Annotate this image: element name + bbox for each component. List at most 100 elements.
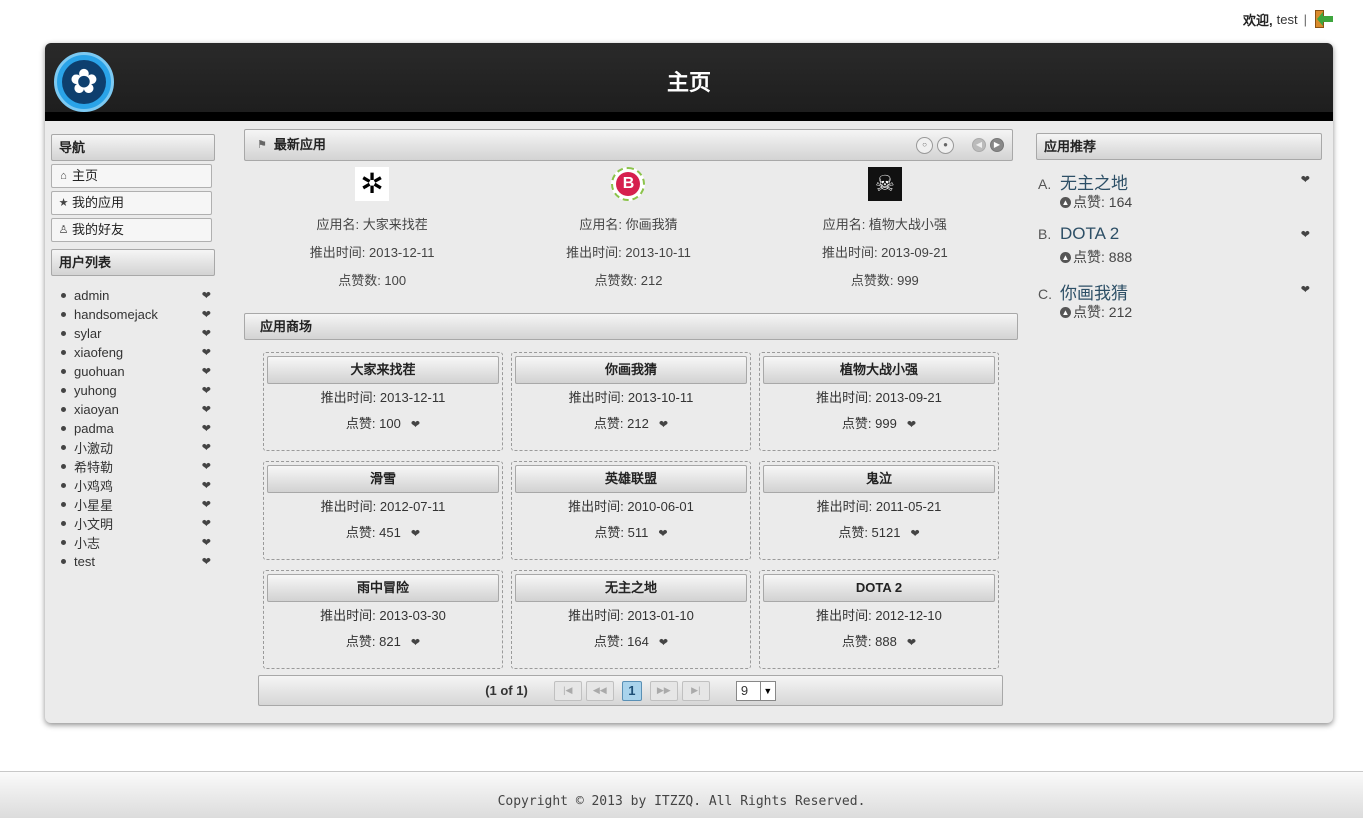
heart-icon[interactable]: ❤ [202,289,211,302]
heart-icon[interactable]: ❤ [202,346,211,359]
recommend-index: C. [1038,286,1052,302]
heart-icon[interactable]: ❤ [907,636,916,649]
user-list-item[interactable]: guohuan ❤ [61,362,215,381]
user-list-item[interactable]: xiaoyan ❤ [61,400,215,419]
app-card: 无主之地 推出时间: 2013-01-10 点赞: 164 ❤ [511,570,751,669]
heart-icon[interactable]: ❤ [411,636,420,649]
nav-item-friends[interactable]: ♙ 我的好友 [51,218,212,242]
paginator: (1 of 1) |◀ ◀◀ 1 ▶▶ ▶| 9 ▼ [258,675,1003,706]
page-1-button[interactable]: 1 [621,680,642,701]
app-card-title[interactable]: 滑雪 [267,465,499,493]
recommend-item[interactable]: B. DOTA 2 ❤ ▲ 点赞: 888 [1036,224,1322,279]
heart-icon[interactable]: ❤ [411,418,420,431]
heart-icon[interactable]: ❤ [202,498,211,511]
app-likes: 点赞数: 999 [850,273,919,288]
recommend-item[interactable]: C. 你画我猜 ❤ ▲ 点赞: 212 [1036,279,1322,334]
rows-per-page-select[interactable]: 9 ▼ [735,680,776,701]
user-list-item[interactable]: sylar ❤ [61,324,215,343]
person-icon: ♙ [58,224,69,236]
heart-icon[interactable]: ❤ [202,422,211,435]
heart-icon[interactable]: ❤ [202,365,211,378]
prev-page-button[interactable]: ◀◀ [585,680,614,701]
heart-icon[interactable]: ❤ [202,327,211,340]
heart-icon[interactable]: ❤ [411,527,420,540]
app-card-title[interactable]: 大家来找茬 [267,356,499,384]
user-name: padma [74,421,114,436]
carousel-next-icon[interactable]: ▶ [990,138,1004,152]
app-name: 应用名: 大家来找茬 [316,217,428,232]
app-date: 推出时间: 2013-12-11 [309,245,435,260]
recommend-name[interactable]: DOTA 2 [1060,224,1119,244]
heart-icon[interactable]: ❤ [202,536,211,549]
nav-item-my-apps[interactable]: ★ 我的应用 [51,191,212,215]
new-app-item[interactable]: ✲ 应用名: 大家来找茬 推出时间: 2013-12-11 点赞数: 100 [244,167,500,295]
app-card-date: 推出时间: 2013-03-30 [320,608,446,623]
heart-icon[interactable]: ❤ [202,441,211,454]
app-card-date: 推出时间: 2013-12-11 [320,390,446,405]
heart-icon[interactable]: ❤ [659,418,668,431]
gear-icon[interactable]: ✲ [355,167,390,201]
carousel-dot-1[interactable]: ○ [916,136,933,154]
logout-icon[interactable] [1313,9,1333,29]
user-list-item[interactable]: padma ❤ [61,419,215,438]
heart-icon[interactable]: ❤ [910,527,919,540]
right-sidebar: 应用推荐 A. 无主之地 ❤ ▲ 点赞: 164 B. DOTA 2 ❤ ▲ 点赞:… [1036,133,1322,334]
current-user: test [1276,11,1298,27]
app-card-title[interactable]: 你画我猜 [515,356,747,384]
user-list-item[interactable]: yuhong ❤ [61,381,215,400]
user-list-item[interactable]: 希特勒 ❤ [61,457,215,476]
user-list-item[interactable]: 小激动 ❤ [61,438,215,457]
star-icon: ★ [58,197,69,209]
user-list-item[interactable]: test ❤ [61,552,215,571]
app-card-title[interactable]: 无主之地 [515,574,747,602]
new-app-item[interactable]: ☠ 应用名: 植物大战小强 推出时间: 2013-09-21 点赞数: 999 [757,167,1013,295]
app-card-title[interactable]: 鬼泣 [763,465,995,493]
next-page-button[interactable]: ▶▶ [649,680,678,701]
welcome-label: 欢迎, [1243,12,1273,28]
chevron-down-icon[interactable]: ▼ [759,681,775,700]
user-list-item[interactable]: 小志 ❤ [61,533,215,552]
user-list-item[interactable]: 小星星 ❤ [61,495,215,514]
app-card-title[interactable]: DOTA 2 [763,574,995,602]
heart-icon[interactable]: ❤ [202,460,211,473]
recommend-item[interactable]: A. 无主之地 ❤ ▲ 点赞: 164 [1036,169,1322,224]
app-card: 你画我猜 推出时间: 2013-10-11 点赞: 212 ❤ [511,352,751,451]
user-list-item[interactable]: 小鸡鸡 ❤ [61,476,215,495]
heart-icon[interactable]: ❤ [658,527,667,540]
heart-icon[interactable]: ❤ [202,384,211,397]
recommend-name[interactable]: 你画我猜 [1060,279,1128,304]
app-card-title[interactable]: 植物大战小强 [763,356,995,384]
heart-icon[interactable]: ❤ [659,636,668,649]
b-badge-icon[interactable]: B [611,167,646,201]
skull-icon[interactable]: ☠ [867,167,902,201]
first-page-button[interactable]: |◀ [553,680,582,701]
recommend-index: B. [1038,226,1052,242]
heart-icon[interactable]: ❤ [202,308,211,321]
user-list-item[interactable]: xiaofeng ❤ [61,343,215,362]
heart-icon[interactable]: ❤ [202,479,211,492]
app-card-likes-row: 点赞: 821 ❤ [267,630,499,654]
user-list-item[interactable]: admin ❤ [61,286,215,305]
carousel-dot-2[interactable]: ● [937,136,954,154]
heart-icon[interactable]: ❤ [1301,283,1310,296]
last-page-button[interactable]: ▶| [681,680,710,701]
app-card-date: 推出时间: 2010-06-01 [568,499,694,514]
heart-icon[interactable]: ❤ [202,517,211,530]
heart-icon[interactable]: ❤ [1301,173,1310,186]
heart-icon[interactable]: ❤ [202,555,211,568]
app-card-title[interactable]: 英雄联盟 [515,465,747,493]
heart-icon[interactable]: ❤ [1301,228,1310,241]
recommend-name[interactable]: 无主之地 [1060,169,1128,194]
heart-icon[interactable]: ❤ [907,418,916,431]
carousel-prev-icon[interactable]: ◀ [972,138,986,152]
app-card-title[interactable]: 雨中冒险 [267,574,499,602]
nav-item-label: 主页 [72,168,99,183]
heart-icon[interactable]: ❤ [202,403,211,416]
new-app-item[interactable]: B 应用名: 你画我猜 推出时间: 2013-10-11 点赞数: 212 [500,167,756,295]
user-list-item[interactable]: handsomejack ❤ [61,305,215,324]
nav-title: 导航 [51,134,215,161]
app-card-date: 推出时间: 2013-10-11 [568,390,694,405]
footer: Copyright © 2013 by ITZZQ. All Rights Re… [0,771,1363,818]
nav-item-home[interactable]: ⌂ 主页 [51,164,212,188]
user-list-item[interactable]: 小文明 ❤ [61,514,215,533]
